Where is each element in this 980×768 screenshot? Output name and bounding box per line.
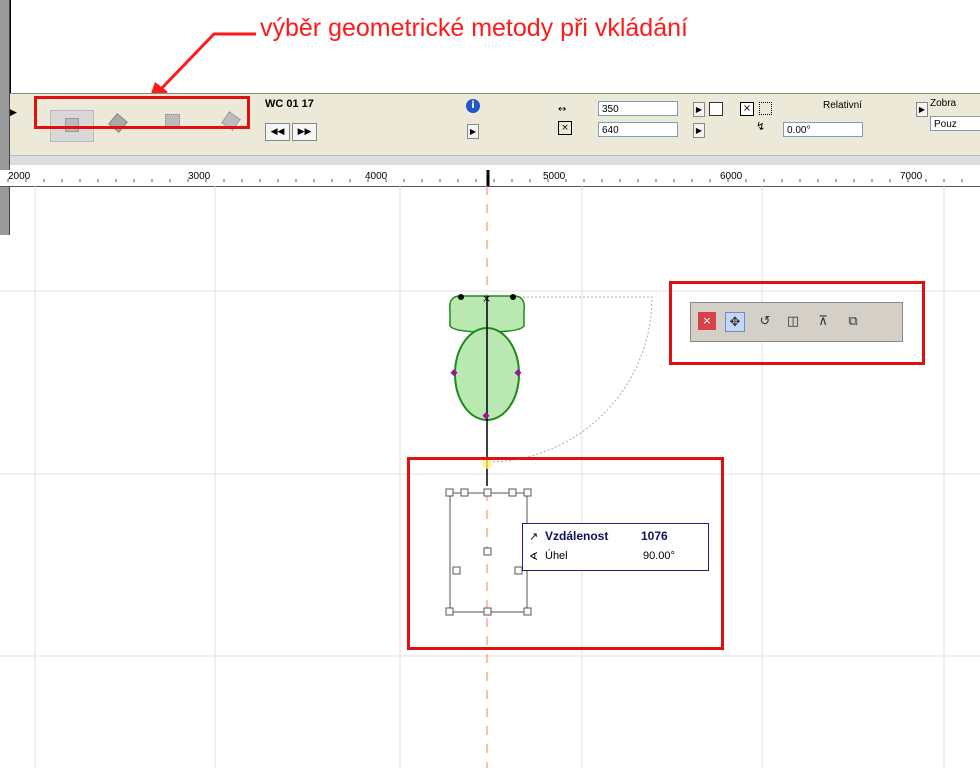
width-input[interactable]: 350 — [598, 101, 678, 116]
angle-icon: ↯ — [756, 120, 766, 133]
top-frame — [10, 0, 980, 93]
display-label: Zobra — [930, 98, 957, 109]
infobox-scrollbar[interactable] — [10, 155, 980, 165]
info-icon[interactable]: i — [466, 99, 480, 113]
width-stepper[interactable]: ▶ — [693, 102, 705, 117]
ruler-label: 4000 — [365, 171, 388, 182]
highlight-tracker — [407, 457, 724, 650]
horizontal-ruler: 2000 3000 4000 5000 6000 7000 — [0, 170, 980, 187]
ruler-label: 5000 — [543, 171, 566, 182]
relative-label: Relativní — [823, 100, 862, 111]
ruler-label: 6000 — [720, 171, 743, 182]
display-select[interactable]: Pouz — [930, 116, 980, 131]
height-input[interactable]: 640 — [598, 122, 678, 137]
checkbox[interactable] — [709, 102, 723, 116]
ruler-ticks — [7, 170, 963, 186]
anchor-icon[interactable]: × — [740, 102, 754, 116]
highlight-geometry-methods — [34, 96, 250, 129]
svg-text:×: × — [482, 292, 491, 305]
height-stepper[interactable]: ▶ — [693, 123, 705, 138]
ruler-label: 7000 — [900, 171, 923, 182]
object-name: WC 01 17 — [265, 98, 314, 110]
expand-arrow-icon[interactable]: ▶ — [10, 108, 17, 118]
angle-input[interactable]: 0.00° — [783, 122, 863, 137]
width-icon: ↔ — [558, 104, 567, 115]
next-button[interactable]: ▶▶ — [292, 123, 317, 141]
display-stepper[interactable]: ▶ — [916, 102, 928, 117]
height-icon: × — [558, 121, 572, 135]
ruler-label: 3000 — [188, 171, 211, 182]
anchor-dotted-icon[interactable] — [759, 102, 772, 115]
info-expand-icon[interactable]: ▶ — [467, 124, 479, 139]
highlight-pet-palette — [669, 281, 925, 365]
previous-button[interactable]: ◀◀ — [265, 123, 290, 141]
ruler-label: 2000 — [8, 171, 31, 182]
